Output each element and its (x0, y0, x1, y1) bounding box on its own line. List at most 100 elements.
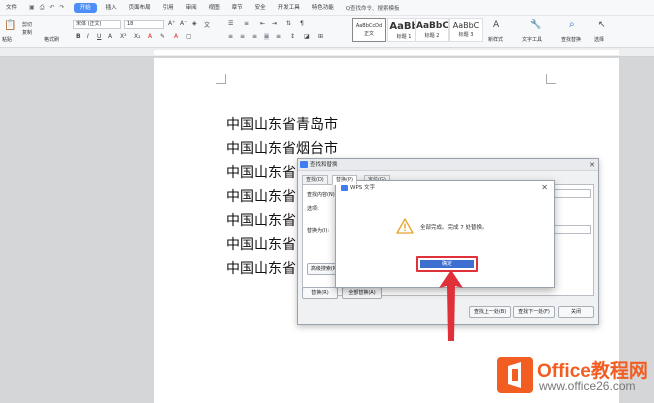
line-spacing-icon[interactable]: ↕ (290, 33, 295, 40)
shrink-font-icon[interactable]: A⁻ (180, 20, 187, 27)
find-replace-button[interactable]: 查找替换 (561, 36, 581, 43)
sort-icon[interactable]: ⇅ (286, 20, 291, 27)
warning-icon (396, 218, 414, 234)
align-left-icon[interactable]: ≡ (228, 33, 233, 40)
font-size-select[interactable]: 18 (124, 20, 164, 29)
borders-icon[interactable]: ⊞ (318, 33, 323, 40)
alert-title: WPS 文字 (350, 185, 375, 191)
find-next-button[interactable]: 查找下一处(F) (513, 306, 555, 318)
tab-chapter[interactable]: 章节 (226, 0, 249, 16)
tab-developer[interactable]: 开发工具 (272, 0, 306, 16)
doc-line[interactable]: 中国山东省烟台市 (226, 138, 338, 158)
shading-icon[interactable]: ◪ (304, 33, 310, 40)
text-color-icon[interactable]: A (174, 33, 178, 40)
subscript-icon[interactable]: X₂ (134, 33, 141, 40)
new-style-icon[interactable]: A (493, 20, 499, 30)
select-button[interactable]: 选择 (594, 36, 604, 43)
doc-line[interactable]: 中国山东省青岛市 (226, 114, 338, 134)
replace-all-button[interactable]: 全部替换(A) (342, 287, 382, 299)
find-label: 查找内容(N): (307, 192, 337, 198)
tab-security[interactable]: 安全 (249, 0, 272, 16)
phonetic-icon[interactable]: 文 (204, 20, 210, 29)
superscript-icon[interactable]: X² (120, 33, 127, 40)
ok-button[interactable]: 确定 (420, 260, 474, 268)
style-label: 标题 3 (458, 32, 474, 38)
doc-line[interactable]: 中国山东省 (226, 186, 296, 206)
close-icon[interactable]: ✕ (589, 159, 595, 171)
watermark: Office教程网 www.office26.com (493, 354, 654, 403)
ribbon: 📋 粘贴 剪切 复制 格式刷 宋体 (正文) 18 A⁺ A⁻ ◈ 文 B I … (0, 16, 654, 48)
search-icon[interactable]: ⌕ (569, 19, 575, 30)
save-icon[interactable]: ▣ (29, 4, 35, 12)
style-heading-2[interactable]: AaBbC 标题 2 (415, 18, 449, 42)
italic-icon[interactable]: I (87, 33, 89, 40)
tab-review[interactable]: 审阅 (180, 0, 203, 16)
font-name-select[interactable]: 宋体 (正文) (73, 20, 121, 29)
menu-bar: 文件 ▣ ⎙ ↶ ↷ 开始 插入 页面布局 引用 审阅 视图 章节 安全 开发工… (0, 0, 654, 16)
print-icon[interactable]: ⎙ (40, 4, 45, 12)
style-normal[interactable]: AaBbCcDd 正文 (352, 18, 386, 42)
number-list-icon[interactable]: ≡ (244, 20, 249, 27)
tab-features[interactable]: 特色功能 (306, 0, 340, 16)
char-border-icon[interactable]: ▢ (186, 33, 192, 40)
paste-label[interactable]: 粘贴 (2, 36, 12, 43)
copy-button[interactable]: 复制 (22, 29, 32, 36)
tab-page-layout[interactable]: 页面布局 (123, 0, 157, 16)
text-tools-button[interactable]: 文字工具 (522, 36, 542, 43)
alert-title-bar[interactable]: WPS 文字 ✕ (336, 181, 554, 195)
undo-icon[interactable]: ↶ (50, 4, 55, 12)
strikethrough-icon[interactable]: A (108, 33, 112, 40)
quick-access-toolbar: ▣ ⎙ ↶ ↷ (23, 4, 71, 12)
doc-line[interactable]: 中国山东省 (226, 162, 296, 182)
close-button[interactable]: 关闭 (558, 306, 594, 318)
annotation-arrow-icon (439, 270, 463, 341)
font-color-icon[interactable]: A (148, 33, 152, 40)
tab-replace[interactable]: 替换(P) (332, 175, 357, 185)
indent-increase-icon[interactable]: ⇥ (272, 20, 277, 27)
dialog-title-bar[interactable]: 查找和替换 ✕ (298, 159, 598, 171)
options-label: 选项: (307, 206, 319, 212)
align-center-icon[interactable]: ≡ (240, 33, 245, 40)
show-marks-icon[interactable]: ¶ (300, 20, 304, 27)
style-label: 标题 2 (424, 33, 440, 39)
close-icon[interactable]: ✕ (541, 181, 548, 195)
style-preview: AaBbCcDd (355, 23, 383, 29)
find-previous-button[interactable]: 查找上一处(B) (469, 306, 511, 318)
underline-icon[interactable]: U (97, 33, 101, 40)
format-painter-button[interactable]: 格式刷 (44, 36, 59, 43)
command-search[interactable]: Q查找命令、搜索模板 (346, 4, 400, 12)
style-preview: AaBbC (452, 21, 480, 30)
replace-button[interactable]: 替换(R) (302, 287, 338, 299)
justify-icon[interactable]: ≡ (264, 33, 270, 40)
highlight-icon[interactable]: ✎ (160, 33, 165, 40)
cursor-icon[interactable]: ↖ (598, 20, 606, 30)
doc-line[interactable]: 中国山东省 (226, 234, 296, 254)
tab-references[interactable]: 引用 (157, 0, 180, 16)
file-menu[interactable]: 文件 (0, 0, 23, 16)
align-right-icon[interactable]: ≡ (252, 33, 257, 40)
paste-icon[interactable]: 📋 (4, 20, 16, 31)
tab-view[interactable]: 视图 (203, 0, 226, 16)
grow-font-icon[interactable]: A⁺ (168, 20, 175, 27)
ruler[interactable] (0, 48, 654, 57)
indent-decrease-icon[interactable]: ⇤ (260, 20, 265, 27)
text-tools-icon[interactable]: 🔧 (530, 20, 541, 30)
wps-logo-icon (341, 185, 348, 191)
dialog-title: 查找和替换 (310, 162, 338, 168)
bold-icon[interactable]: B (76, 33, 81, 40)
style-label: 正文 (363, 31, 374, 37)
doc-line[interactable]: 中国山东省 (226, 258, 296, 278)
office-logo-icon (497, 357, 533, 393)
style-heading-3[interactable]: AaBbC 标题 3 (449, 18, 483, 42)
tab-insert[interactable]: 插入 (100, 0, 123, 16)
distribute-icon[interactable]: ≡ (276, 33, 281, 40)
clear-format-icon[interactable]: ◈ (192, 20, 197, 27)
bullet-list-icon[interactable]: ☰ (228, 20, 233, 27)
redo-icon[interactable]: ↷ (60, 4, 65, 12)
alert-message: 全部完成。完成 7 处替换。 (420, 225, 488, 231)
doc-line[interactable]: 中国山东省 (226, 210, 296, 230)
tab-home[interactable]: 开始 (73, 2, 97, 13)
new-style-button[interactable]: 新样式 (488, 36, 503, 43)
style-preview: AaBbC (416, 21, 448, 31)
cut-button[interactable]: 剪切 (22, 21, 32, 28)
